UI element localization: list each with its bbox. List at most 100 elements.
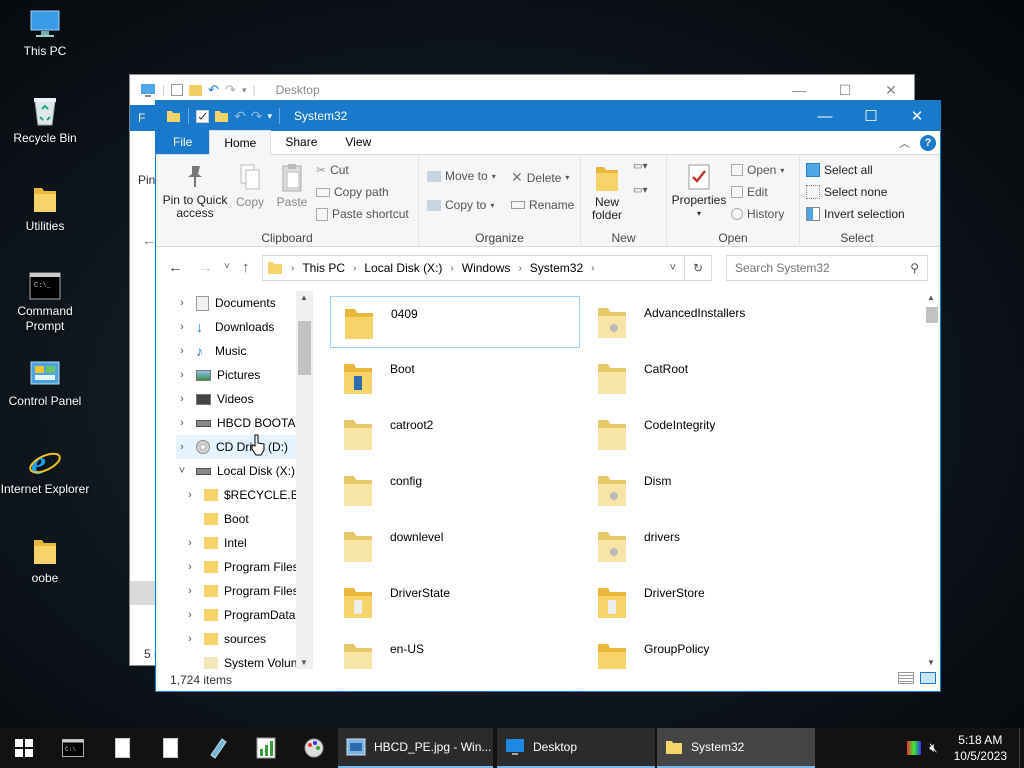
chevron-right-icon[interactable]: ›: [184, 489, 196, 501]
folder-tile[interactable]: en-US: [330, 632, 580, 669]
folder-tile[interactable]: DriverStore: [584, 576, 834, 628]
chevron-right-icon[interactable]: ›: [176, 369, 188, 381]
details-view-icon[interactable]: [898, 672, 914, 684]
rename-button[interactable]: Rename: [511, 198, 574, 212]
address-dropdown-icon[interactable]: ˅: [670, 262, 676, 274]
nav-item-pictures[interactable]: › Pictures: [176, 363, 260, 387]
nav-item-cd-drive[interactable]: › CD Drive (D:): [176, 435, 296, 459]
redo-icon[interactable]: ↷: [251, 108, 263, 125]
nav-item-downloads[interactable]: › ↓ Downloads: [176, 315, 274, 339]
content-scrollbar[interactable]: ▲ ▼: [923, 291, 940, 669]
nav-item-music[interactable]: › ♪ Music: [176, 339, 246, 363]
taskbar-app-system32[interactable]: System32: [657, 728, 815, 768]
nav-scrollbar[interactable]: ▲ ▼: [296, 291, 313, 669]
address-box[interactable]: › This PC › Local Disk (X:) › Windows › …: [262, 255, 685, 281]
chevron-right-icon[interactable]: ›: [184, 609, 196, 621]
paste-shortcut-button[interactable]: Paste shortcut: [316, 207, 409, 221]
recent-locations-icon[interactable]: ˅: [224, 261, 230, 272]
nav-item-recycle-bin-folder[interactable]: › $RECYCLE.BIN: [184, 483, 311, 507]
desktop-icon-internet-explorer[interactable]: e Internet Explorer: [0, 446, 90, 497]
breadcrumb-local-disk[interactable]: Local Disk (X:): [364, 261, 442, 275]
nav-item-program-files[interactable]: › Program Files: [184, 555, 299, 579]
maximize-button[interactable]: ☐: [848, 101, 894, 131]
content-scrollbar-thumb[interactable]: [926, 307, 938, 323]
desktop-icon-oobe[interactable]: oobe: [0, 535, 90, 586]
folder-tile[interactable]: 0409: [330, 296, 580, 348]
copy-to-button[interactable]: Copy to ▾: [427, 198, 494, 212]
nav-item-sources[interactable]: › sources: [184, 627, 266, 651]
nav-item-programdata[interactable]: › ProgramData: [184, 603, 295, 627]
nav-item-hbcd-bootab[interactable]: › HBCD BOOTAB: [176, 411, 303, 435]
chevron-right-icon[interactable]: ›: [176, 393, 188, 405]
chevron-right-icon[interactable]: ›: [184, 537, 196, 549]
speaker-muted-icon[interactable]: 🔇︎: [929, 740, 937, 756]
folder-tile[interactable]: CatRoot: [584, 352, 834, 404]
folder-tile[interactable]: DriverState: [330, 576, 580, 628]
nav-item-program-files-x86[interactable]: › Program Files: [184, 579, 299, 603]
large-icons-view-icon[interactable]: [920, 672, 936, 684]
scroll-down-icon[interactable]: ▼: [300, 658, 308, 667]
up-arrow-icon[interactable]: ↑: [242, 259, 250, 276]
folder-tile[interactable]: config: [330, 464, 580, 516]
chevron-right-icon[interactable]: ›: [184, 561, 196, 573]
nav-scrollbar-thumb[interactable]: [298, 321, 311, 375]
nav-item-local-disk[interactable]: ˅ Local Disk (X:): [176, 459, 295, 483]
nav-item-system-volume[interactable]: › System Volun: [184, 651, 297, 669]
forward-arrow-icon[interactable]: →: [198, 259, 213, 276]
taskbar-app-desktop[interactable]: Desktop: [497, 728, 655, 768]
paste-button[interactable]: Paste: [272, 163, 312, 209]
folder-tile[interactable]: Boot: [330, 352, 580, 404]
new-item-icon[interactable]: ▭▾: [633, 161, 655, 179]
refresh-button[interactable]: ↻: [684, 255, 712, 281]
tab-view[interactable]: View: [331, 130, 385, 154]
folder-tile[interactable]: AdvancedInstallers: [584, 296, 834, 348]
nav-item-documents[interactable]: › Documents: [176, 291, 276, 315]
taskbar-pin-paint[interactable]: [290, 728, 338, 768]
desktop-icon-utilities[interactable]: Utilities: [0, 183, 90, 234]
folder-tile[interactable]: catroot2: [330, 408, 580, 460]
delete-button[interactable]: ✕ Delete ▾: [511, 169, 569, 186]
taskbar-pin-cmd[interactable]: C:\: [48, 728, 98, 768]
minimize-button[interactable]: —: [802, 101, 848, 131]
folder-tile[interactable]: drivers: [584, 520, 834, 572]
history-button[interactable]: History: [731, 207, 784, 221]
breadcrumb-system32[interactable]: System32: [530, 261, 583, 275]
chevron-right-icon[interactable]: ›: [176, 345, 188, 357]
new-folder-icon[interactable]: [214, 110, 229, 123]
chevron-right-icon[interactable]: ›: [176, 441, 188, 453]
explorer-window[interactable]: ↶ ↷ ▾ System32 — ☐ ✕ File Home Share Vie…: [155, 100, 941, 692]
chevron-right-icon[interactable]: ›: [176, 417, 188, 429]
undo-icon[interactable]: ↶: [234, 108, 246, 125]
scroll-down-icon[interactable]: ▼: [927, 658, 935, 667]
tab-file[interactable]: File: [156, 130, 210, 154]
chevron-right-icon[interactable]: ›: [184, 585, 196, 597]
taskbar-pin-editor[interactable]: [194, 728, 242, 768]
open-button[interactable]: Open ▾: [731, 163, 784, 177]
search-box[interactable]: ⚲: [726, 255, 928, 281]
select-none-button[interactable]: Select none: [806, 185, 887, 199]
breadcrumb-windows[interactable]: Windows: [462, 261, 511, 275]
collapse-ribbon-icon[interactable]: ︿: [899, 135, 910, 151]
chevron-down-icon[interactable]: ˅: [176, 465, 188, 477]
show-desktop-button[interactable]: [1019, 728, 1024, 768]
select-all-button[interactable]: Select all: [806, 163, 873, 177]
tab-home[interactable]: Home: [209, 130, 272, 155]
search-icon[interactable]: ⚲: [910, 261, 919, 275]
properties-button[interactable]: Properties ▾: [669, 163, 729, 220]
properties-icon[interactable]: [196, 109, 209, 123]
easy-access-icon[interactable]: ▭▾: [633, 185, 655, 203]
new-folder-button[interactable]: New folder: [587, 163, 627, 222]
taskbar-app-image-viewer[interactable]: HBCD_PE.jpg - Win...: [338, 728, 493, 768]
copy-path-button[interactable]: Copy path: [316, 185, 389, 199]
search-input[interactable]: [735, 261, 905, 275]
taskbar-pin-notepad[interactable]: [98, 728, 146, 768]
scroll-up-icon[interactable]: ▲: [927, 293, 935, 302]
desktop-icon-recycle-bin[interactable]: Recycle Bin: [0, 95, 90, 146]
folder-tile[interactable]: downlevel: [330, 520, 580, 572]
back-arrow-icon[interactable]: ←: [168, 259, 183, 276]
help-icon[interactable]: ?: [920, 135, 936, 151]
copy-button[interactable]: Copy: [230, 163, 270, 209]
scroll-up-icon[interactable]: ▲: [300, 293, 308, 302]
breadcrumb-this-pc[interactable]: This PC: [302, 261, 345, 275]
chevron-right-icon[interactable]: ›: [176, 297, 188, 309]
